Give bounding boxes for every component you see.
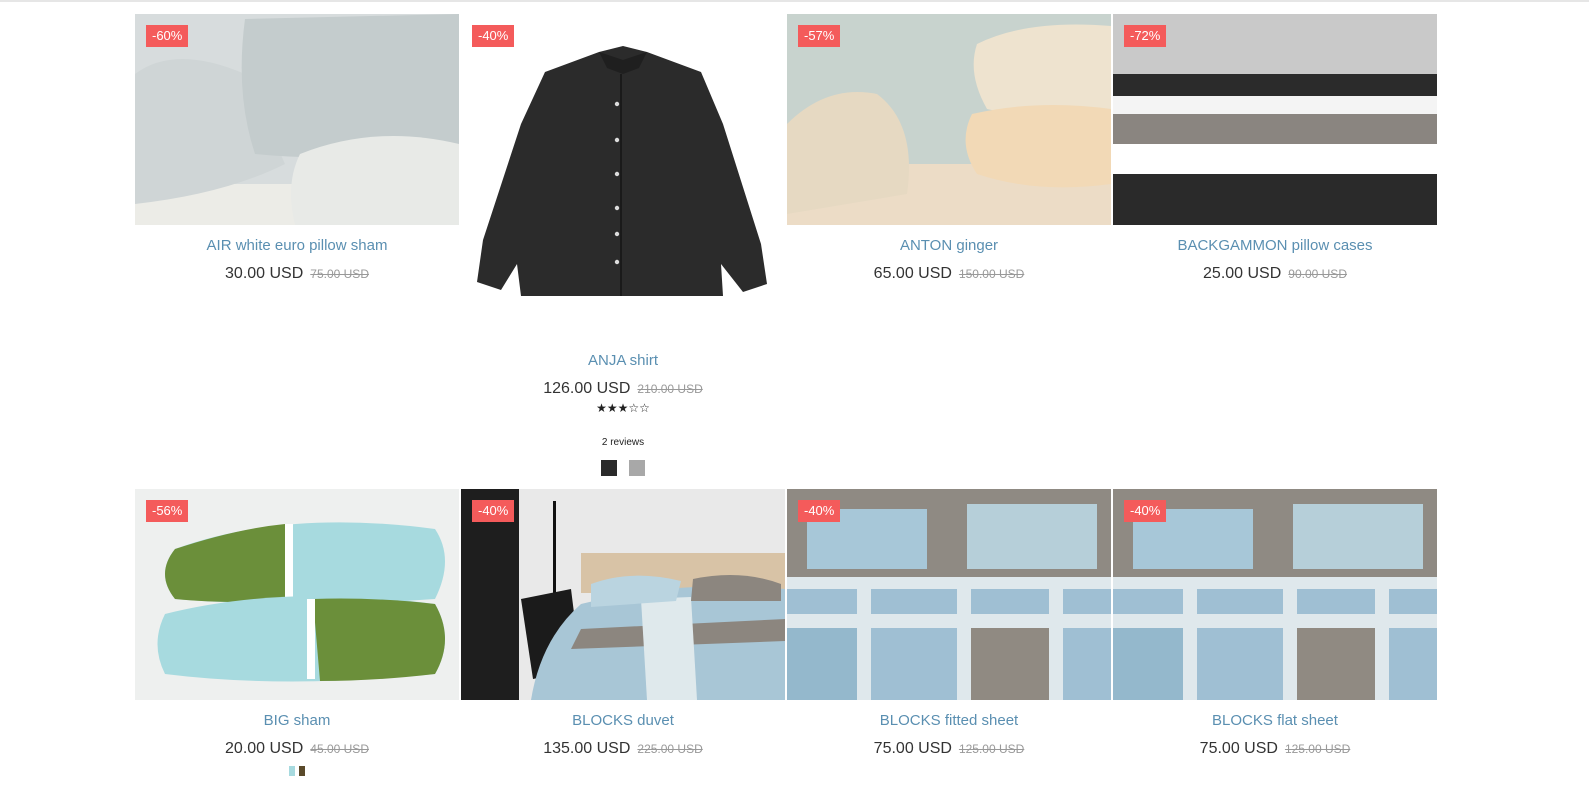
top-divider — [0, 0, 1589, 2]
product-image[interactable]: -56% — [135, 489, 459, 700]
product-image[interactable]: -40% — [461, 14, 785, 319]
old-price: 150.00 USD — [958, 267, 1025, 281]
product-image[interactable]: -60% — [135, 14, 459, 225]
product-title[interactable]: ANTON ginger — [787, 237, 1111, 255]
color-swatch-mini[interactable] — [289, 766, 305, 776]
product-price: 30.00 USD 75.00 USD — [135, 264, 459, 284]
product-price: 75.00 USD 125.00 USD — [1113, 739, 1437, 759]
old-price: 210.00 USD — [637, 382, 703, 396]
reviews-link[interactable]: 2 reviews — [461, 437, 785, 448]
product-card-blocks-fitted[interactable]: -40% BLOCKS fitted sheet 75.00 USD 125.00… — [787, 489, 1111, 759]
product-image[interactable]: -40% — [787, 489, 1111, 700]
product-card-anton[interactable]: -57% ANTON ginger 65.00 USD 150.00 USD — [787, 14, 1111, 284]
product-image[interactable]: -57% — [787, 14, 1111, 225]
product-price: 75.00 USD 125.00 USD — [787, 739, 1111, 759]
product-price: 135.00 USD 225.00 USD — [461, 739, 785, 759]
product-title[interactable]: BLOCKS flat sheet — [1113, 712, 1437, 730]
current-price: 30.00 USD — [225, 265, 304, 282]
product-title[interactable]: ANJA shirt — [461, 352, 785, 370]
discount-badge: -60% — [146, 25, 189, 47]
product-image[interactable]: -40% — [461, 489, 785, 700]
discount-badge: -40% — [472, 500, 515, 522]
product-title[interactable]: BLOCKS duvet — [461, 712, 785, 730]
product-card-blocks-duvet[interactable]: -40% BLOCKS duvet 135.00 USD 225.00 USD — [461, 489, 785, 759]
current-price: 20.00 USD — [225, 740, 304, 757]
swatch-black[interactable] — [601, 460, 617, 476]
old-price: 90.00 USD — [1288, 267, 1347, 281]
product-price: 65.00 USD 150.00 USD — [787, 264, 1111, 284]
discount-badge: -72% — [1124, 25, 1167, 47]
discount-badge: -56% — [146, 500, 189, 522]
current-price: 75.00 USD — [1199, 740, 1278, 757]
color-swatches — [461, 460, 785, 476]
product-card-big-sham[interactable]: -56% BIG sham 20.00 USD 45.00 USD — [135, 489, 459, 759]
rating-stars: ★★★☆☆ — [596, 401, 650, 415]
product-title[interactable]: BACKGAMMON pillow cases — [1113, 237, 1437, 255]
swatch-grey[interactable] — [629, 460, 645, 476]
product-title[interactable]: BIG sham — [135, 712, 459, 730]
product-title[interactable]: BLOCKS fitted sheet — [787, 712, 1111, 730]
old-price: 125.00 USD — [958, 742, 1025, 756]
product-price: 20.00 USD 45.00 USD — [135, 739, 459, 759]
product-card-blocks-flat[interactable]: -40% BLOCKS flat sheet 75.00 USD 125.00 U… — [1113, 489, 1437, 759]
discount-badge: -40% — [798, 500, 841, 522]
old-price: 75.00 USD — [310, 267, 369, 281]
old-price: 45.00 USD — [310, 742, 369, 756]
current-price: 75.00 USD — [873, 740, 952, 757]
current-price: 25.00 USD — [1203, 265, 1282, 282]
old-price: 225.00 USD — [637, 742, 703, 756]
product-price: 126.00 USD 210.00 USD — [461, 379, 785, 399]
product-image[interactable]: -40% — [1113, 489, 1437, 700]
discount-badge: -40% — [1124, 500, 1167, 522]
product-image[interactable]: -72% — [1113, 14, 1437, 225]
product-card-anja[interactable]: -40% ANJA shirt 126.00 USD 210.00 USD ★★★… — [461, 14, 785, 476]
product-card-backgammon[interactable]: -72% BACKGAMMON pillow cases 25.00 USD 90… — [1113, 14, 1437, 284]
product-card-air[interactable]: -60% AIR white euro pillow sham 30.00 US… — [135, 14, 459, 284]
discount-badge: -40% — [472, 25, 515, 47]
current-price: 126.00 USD — [543, 380, 631, 397]
old-price: 125.00 USD — [1284, 742, 1351, 756]
product-title[interactable]: AIR white euro pillow sham — [135, 237, 459, 255]
shirt-photo — [461, 14, 785, 319]
current-price: 135.00 USD — [543, 740, 631, 757]
discount-badge: -57% — [798, 25, 841, 47]
current-price: 65.00 USD — [873, 265, 952, 282]
product-price: 25.00 USD 90.00 USD — [1113, 264, 1437, 284]
